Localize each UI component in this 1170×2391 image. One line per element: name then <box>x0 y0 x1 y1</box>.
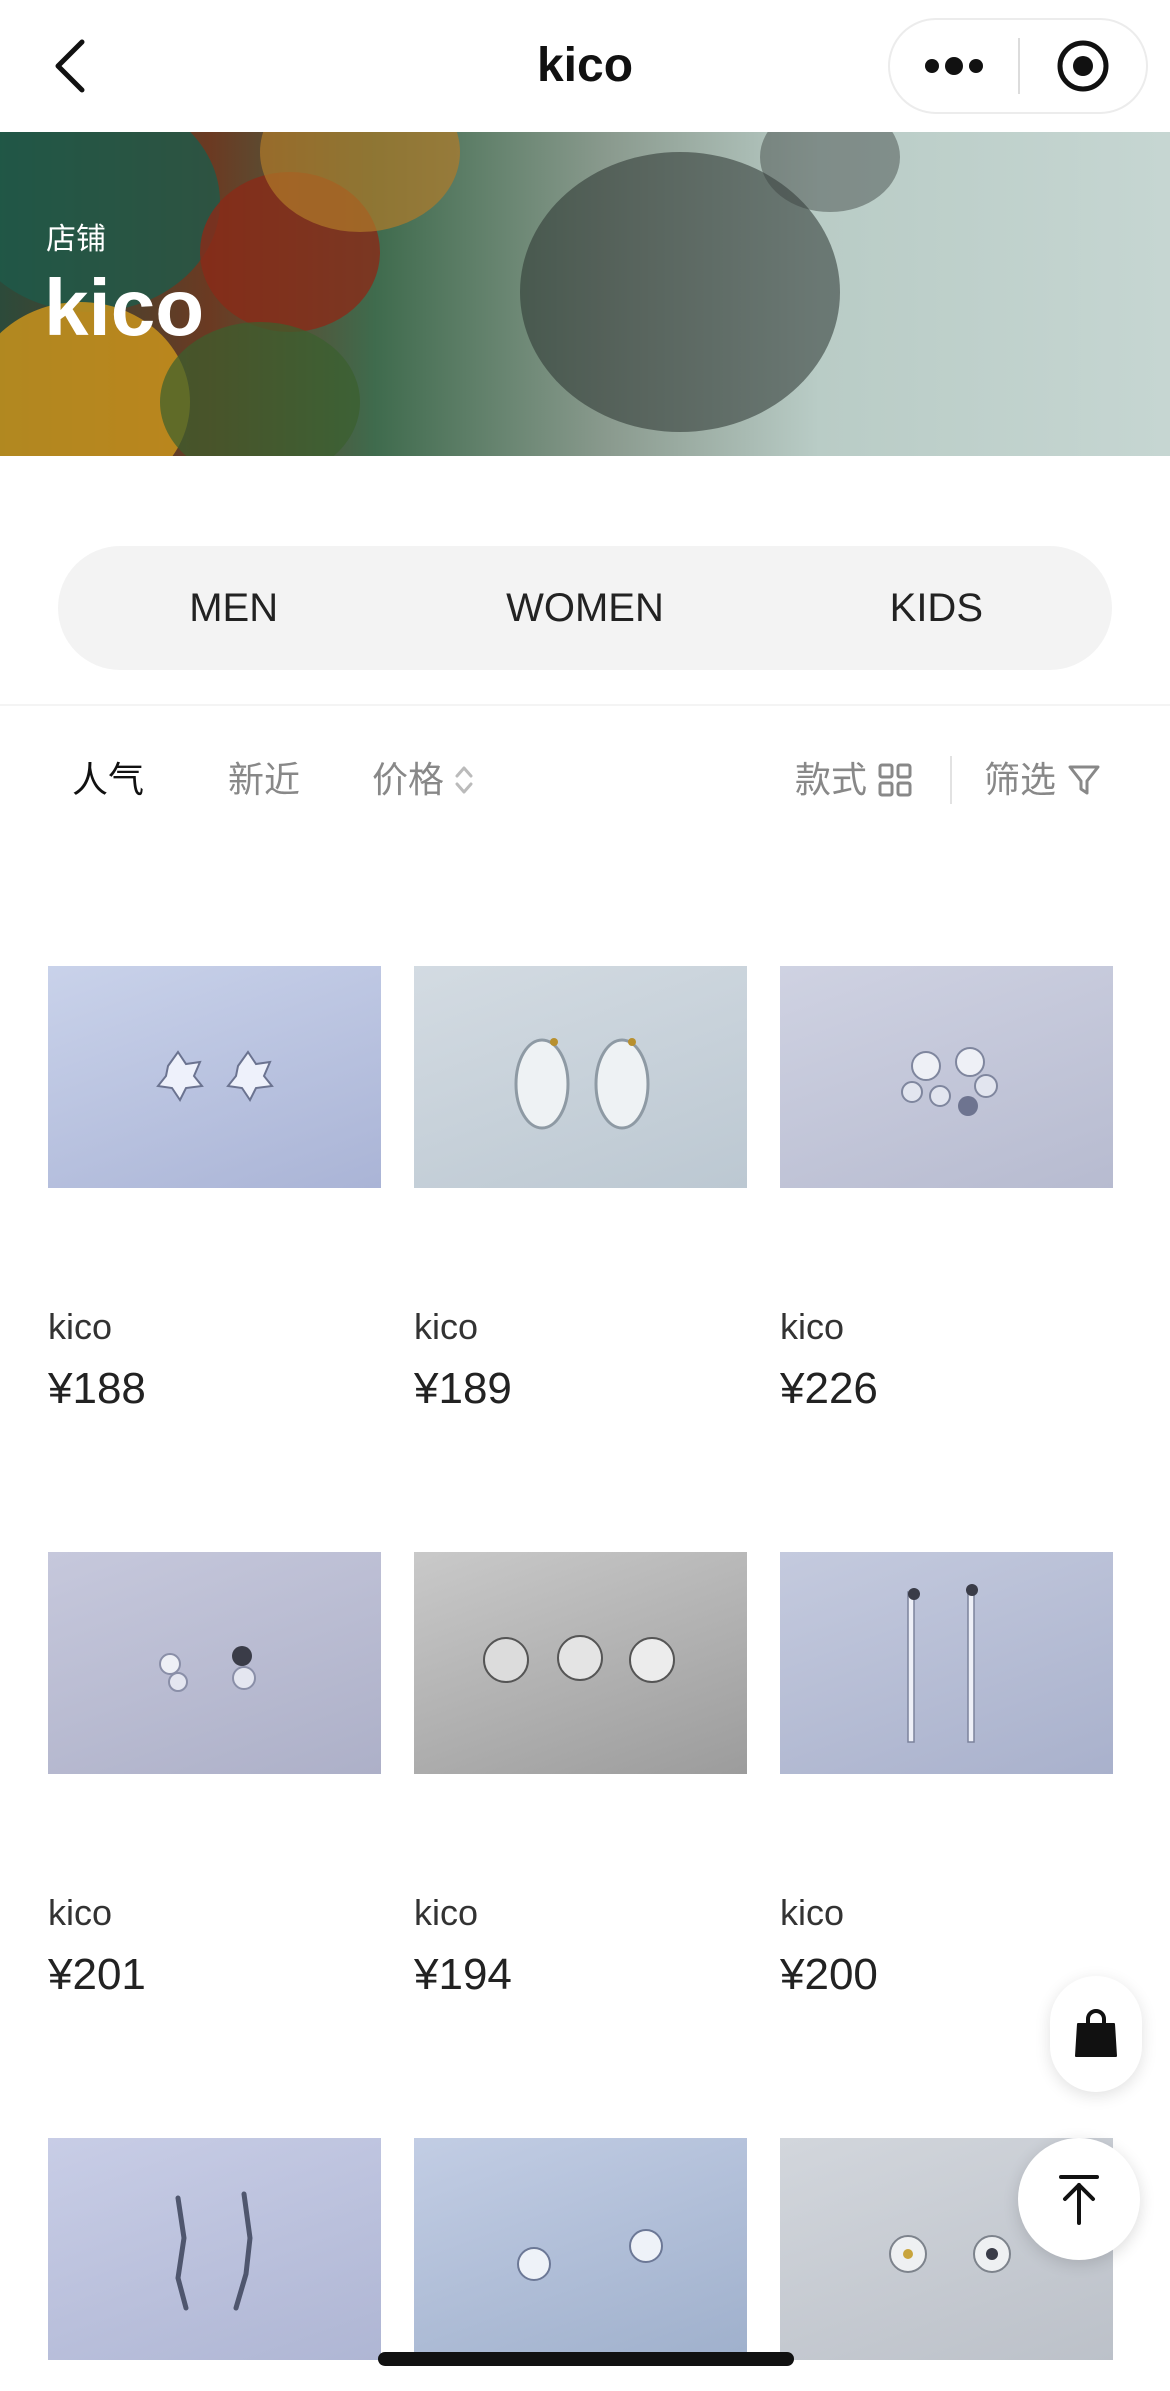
filter-icon <box>1068 765 1100 795</box>
product-image <box>414 966 747 1188</box>
sort-popular[interactable]: 人气 <box>72 740 144 820</box>
product-image <box>48 966 381 1188</box>
product-brand: kico <box>414 1892 479 1933</box>
category-segment: MEN WOMEN KIDS <box>58 546 1112 670</box>
product-price: ¥201 <box>48 1950 146 1999</box>
store-name: kico <box>44 263 205 352</box>
more-dots-icon <box>925 57 983 75</box>
filter-label: 筛选 <box>984 759 1057 800</box>
product-brand: kico <box>780 1892 845 1933</box>
product-image <box>48 2138 381 2360</box>
product-price: ¥226 <box>780 1364 878 1413</box>
product-price: ¥189 <box>414 1364 512 1413</box>
section-divider <box>0 704 1170 706</box>
product-price: ¥200 <box>780 1950 878 1999</box>
more-button[interactable] <box>890 18 1018 114</box>
home-indicator <box>378 2352 794 2366</box>
close-button[interactable] <box>1020 18 1146 114</box>
grid-icon <box>878 763 912 797</box>
record-circle-icon <box>1057 40 1109 92</box>
product-card[interactable]: kico ¥226 <box>780 966 1113 1413</box>
product-price: ¥194 <box>414 1950 512 1999</box>
mini-program-capsule <box>888 18 1148 114</box>
product-brand: kico <box>414 1306 479 1347</box>
back-to-top-button[interactable] <box>1018 2138 1140 2260</box>
product-brand: kico <box>48 1892 113 1933</box>
style-toggle[interactable]: 款式 <box>795 740 913 820</box>
store-banner: 店铺 kico <box>0 132 1170 456</box>
shopping-bag-icon <box>1075 2009 1117 2057</box>
sort-divider <box>950 756 952 804</box>
product-card[interactable]: kico ¥194 <box>414 1552 747 1999</box>
sort-arrows-icon <box>455 766 473 794</box>
product-card[interactable] <box>414 2138 747 2360</box>
store-label: 店铺 <box>46 223 106 256</box>
product-card[interactable]: kico ¥201 <box>48 1552 381 1999</box>
sort-bar: 人气 新近 价格 款式 筛选 <box>0 740 1170 820</box>
top-navbar: kico <box>0 0 1170 132</box>
tab-kids[interactable]: KIDS <box>761 546 1112 670</box>
product-brand: kico <box>48 1306 113 1347</box>
product-card[interactable]: kico ¥200 <box>780 1552 1113 1999</box>
cart-button[interactable] <box>1050 1976 1142 2092</box>
tab-women[interactable]: WOMEN <box>409 546 760 670</box>
product-brand: kico <box>780 1306 845 1347</box>
sort-newest[interactable]: 新近 <box>228 740 300 820</box>
product-image <box>780 966 1113 1188</box>
style-label: 款式 <box>795 759 868 800</box>
sort-price-label: 价格 <box>372 759 445 800</box>
product-card[interactable]: kico ¥188 <box>48 966 381 1413</box>
sort-price[interactable]: 价格 <box>372 740 474 820</box>
product-image <box>414 1552 747 1774</box>
sort-popular-label: 人气 <box>72 759 145 800</box>
product-card[interactable]: kico ¥189 <box>414 966 747 1413</box>
product-card[interactable] <box>48 2138 381 2360</box>
arrow-up-to-top-icon <box>1059 2175 1099 2225</box>
tab-men[interactable]: MEN <box>58 546 409 670</box>
sort-newest-label: 新近 <box>228 759 301 800</box>
product-price: ¥188 <box>48 1364 146 1413</box>
product-image <box>48 1552 381 1774</box>
product-image <box>780 1552 1113 1774</box>
filter-button[interactable]: 筛选 <box>984 740 1102 820</box>
product-image <box>414 2138 747 2360</box>
